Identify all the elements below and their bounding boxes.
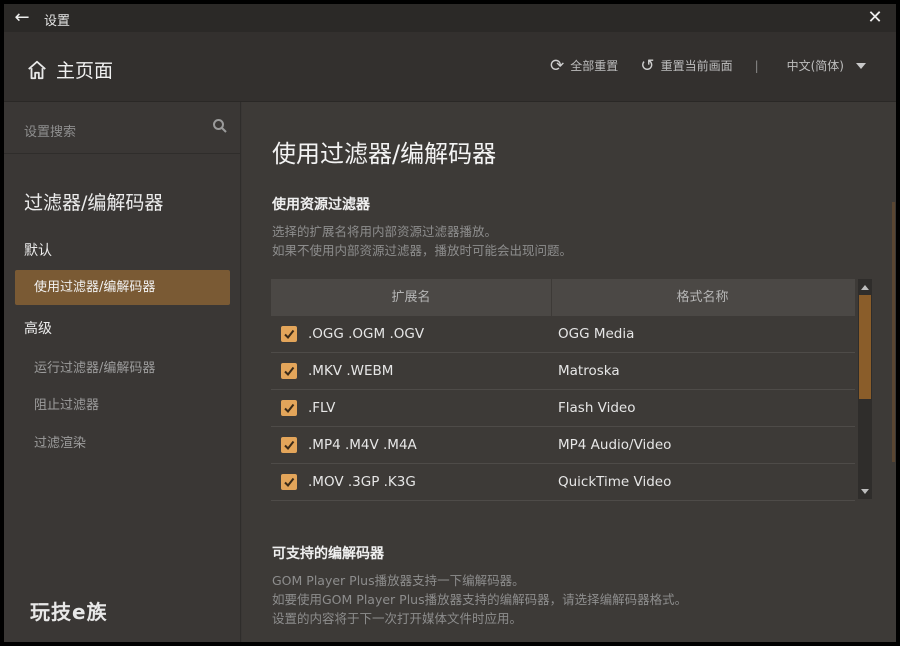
check-icon (284, 366, 295, 377)
check-icon (284, 440, 295, 451)
sidebar-item-filter-render[interactable]: 过滤渲染 (34, 432, 86, 451)
table-header: 扩展名 格式名称 (271, 279, 855, 316)
checkbox[interactable] (281, 326, 297, 342)
page-title: 使用过滤器/编解码器 (272, 140, 497, 168)
table-row[interactable]: .OGG .OGM .OGV OGG Media (271, 316, 855, 353)
format-cell: OGG Media (558, 326, 635, 342)
sidebar-item-run-filters[interactable]: 运行过滤器/编解码器 (34, 357, 155, 376)
format-cell: Flash Video (558, 400, 636, 416)
codecs-title: 可支持的编解码器 (272, 546, 384, 562)
sidebar-item-use-filters[interactable]: 使用过滤器/编解码器 (15, 270, 230, 305)
sidebar-section-title: 过滤器/编解码器 (24, 192, 164, 214)
format-cell: MP4 Audio/Video (558, 437, 672, 453)
source-filter-title: 使用资源过滤器 (272, 197, 370, 213)
column-header-extension: 扩展名 (271, 279, 552, 316)
format-cell: QuickTime Video (558, 474, 672, 490)
extension-cell: .MKV .WEBM (308, 363, 394, 379)
header: 主页面 ⟳ 全部重置 ↺ 重置当前画面 | 中文(简体) (4, 32, 896, 102)
home-button[interactable]: 主页面 (26, 56, 113, 83)
language-select[interactable]: 中文(简体) (787, 57, 866, 74)
codecs-desc-1: GOM Player Plus播放器支持一下编解码器。 (272, 573, 525, 588)
close-icon[interactable]: ✕ (864, 7, 886, 29)
source-filter-desc-2: 如果不使用内部资源过滤器，播放时可能会出现问题。 (272, 243, 573, 258)
checkbox[interactable] (281, 363, 297, 379)
home-label: 主页面 (56, 60, 114, 82)
main-panel: 使用过滤器/编解码器 使用资源过滤器 选择的扩展名将用内部资源过滤器播放。 如果… (242, 102, 896, 642)
table-scrollbar[interactable] (858, 279, 872, 499)
codecs-desc-2: 如要使用GOM Player Plus播放器支持的编解码器，请选择编解码器格式。 (272, 592, 688, 607)
settings-window: ← 设置 ✕ 主页面 ⟳ 全部重置 ↺ 重置当前画面 | 中文(简体) 设置搜索… (4, 4, 896, 642)
chevron-down-icon (856, 62, 866, 69)
sidebar-item-block-filters[interactable]: 阻止过滤器 (34, 394, 99, 413)
sidebar-group-advanced: 高级 (24, 321, 52, 337)
scroll-down-icon[interactable] (858, 484, 872, 498)
checkbox[interactable] (281, 437, 297, 453)
checkbox[interactable] (281, 400, 297, 416)
home-icon (28, 60, 46, 79)
check-icon (284, 403, 295, 414)
extension-cell: .MOV .3GP .K3G (308, 474, 416, 490)
table-row[interactable]: .FLV Flash Video (271, 390, 855, 427)
back-arrow-icon[interactable]: ← (12, 8, 32, 28)
sidebar-group-default: 默认 (24, 243, 52, 259)
reset-current-button[interactable]: ↺ 重置当前画面 (640, 57, 732, 74)
window-title: 设置 (44, 14, 71, 29)
extension-cell: .OGG .OGM .OGV (308, 326, 425, 342)
page-scrollbar[interactable] (892, 202, 895, 462)
search-icon[interactable] (212, 118, 228, 134)
codecs-desc-3: 设置的内容将于下一次打开媒体文件时应用。 (272, 611, 523, 626)
table-row[interactable]: .MOV .3GP .K3G QuickTime Video (271, 464, 855, 501)
search-input[interactable]: 设置搜索 (24, 121, 76, 140)
check-icon (284, 329, 295, 340)
extension-cell: .FLV (308, 400, 336, 416)
checkbox[interactable] (281, 474, 297, 490)
scroll-up-icon[interactable] (858, 280, 872, 294)
check-icon (284, 477, 295, 488)
source-filter-desc-1: 选择的扩展名将用内部资源过滤器播放。 (272, 224, 498, 239)
watermark-logo: 玩技e族 (30, 600, 108, 624)
extension-table: 扩展名 格式名称 .OGG .OGM .OGV OGG Media .MKV .… (271, 279, 872, 501)
column-header-format: 格式名称 (676, 290, 729, 305)
table-row[interactable]: .MP4 .M4V .M4A MP4 Audio/Video (271, 427, 855, 464)
reset-all-label: 全部重置 (570, 59, 619, 73)
language-label: 中文(简体) (786, 59, 844, 73)
search-box[interactable]: 设置搜索 (4, 102, 240, 154)
header-separator: | (754, 58, 759, 73)
extension-cell: .MP4 .M4V .M4A (308, 437, 417, 453)
format-cell: Matroska (558, 363, 620, 379)
refresh-icon: ⟳ (550, 55, 565, 76)
title-bar: ← 设置 ✕ (4, 4, 896, 32)
reset-all-button[interactable]: ⟳ 全部重置 (550, 57, 618, 74)
sidebar: 设置搜索 过滤器/编解码器 默认 使用过滤器/编解码器 高级 运行过滤器/编解码… (4, 102, 241, 642)
reset-current-label: 重置当前画面 (660, 59, 733, 73)
table-row[interactable]: .MKV .WEBM Matroska (271, 353, 855, 390)
scroll-thumb[interactable] (859, 295, 871, 399)
reset-icon: ↺ (640, 55, 655, 76)
